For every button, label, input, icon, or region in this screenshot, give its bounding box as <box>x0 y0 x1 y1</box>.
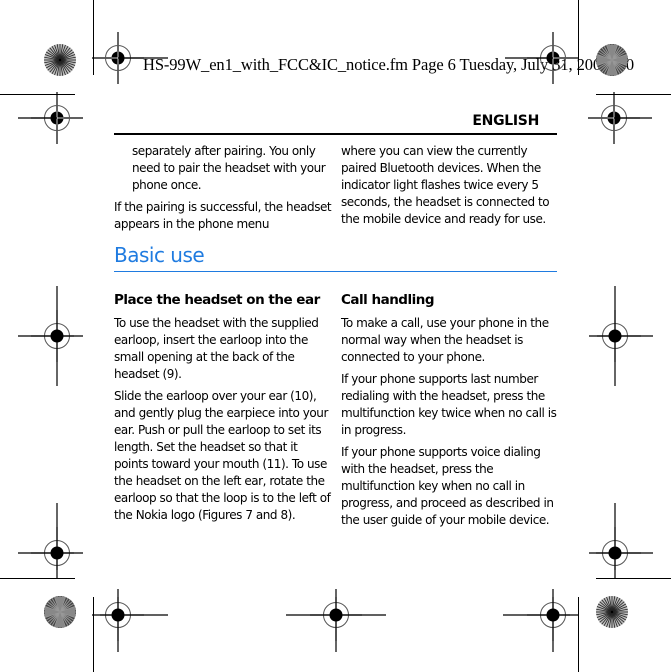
registration-mark-upper-right <box>587 91 652 145</box>
starburst-target-top-left <box>44 44 76 76</box>
section-heading: Basic use <box>114 243 205 267</box>
paragraph: If your phone supports last number redia… <box>341 372 557 437</box>
registration-mark-lower-left <box>18 503 84 580</box>
paragraph: separately after pairing. You only need … <box>132 144 326 192</box>
starburst-target-bottom-right <box>596 596 628 628</box>
intro-left-column: separately after pairing. You only need … <box>114 143 332 238</box>
color-target-bottom-left <box>44 596 76 628</box>
registration-mark-bottom-right <box>503 588 580 652</box>
registration-marks <box>18 31 653 652</box>
subheading-place-headset: Place the headset on the ear <box>114 292 320 308</box>
registration-mark-top-left <box>91 31 168 85</box>
paragraph: Slide the earloop over your ear (10), an… <box>114 389 331 522</box>
registration-mark-bottom-left <box>91 588 168 652</box>
registration-mark-middle-right <box>588 286 653 386</box>
header-rule <box>114 133 557 135</box>
paragraph: If your phone supports voice dialing wit… <box>341 445 554 527</box>
paragraph: where you can view the currently paired … <box>341 144 550 226</box>
registration-mark-bottom-center <box>286 588 386 652</box>
registration-mark-middle-left <box>18 286 84 386</box>
left-column: Place the headset on the ear To use the … <box>114 291 332 529</box>
paragraph: If the pairing is successful, the headse… <box>114 200 332 231</box>
intro-right-column: where you can view the currently paired … <box>341 143 557 233</box>
subheading-call-handling: Call handling <box>341 292 435 308</box>
registration-mark-top-right <box>505 31 580 85</box>
registration-mark-lower-right <box>588 503 653 580</box>
running-head: ENGLISH <box>472 113 539 129</box>
registration-mark-upper-left <box>18 91 84 145</box>
paragraph: To use the headset with the supplied ear… <box>114 316 319 381</box>
right-column: Call handling To make a call, use your p… <box>341 291 557 534</box>
paragraph: To make a call, use your phone in the no… <box>341 316 549 364</box>
section-rule <box>114 271 557 272</box>
color-target-top-right <box>596 44 628 76</box>
